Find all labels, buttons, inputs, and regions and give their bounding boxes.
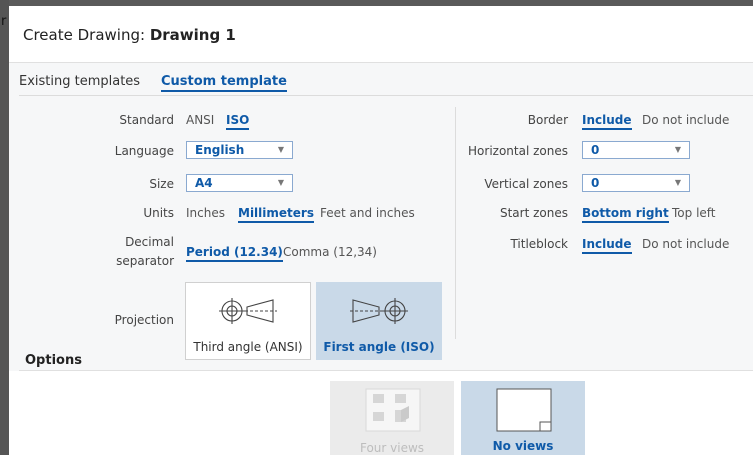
tab-custom-template[interactable]: Custom template bbox=[161, 74, 287, 92]
size-select[interactable]: A4 ▼ bbox=[186, 174, 293, 192]
four-views-label: Four views bbox=[359, 441, 425, 455]
start-zones-label: Start zones bbox=[499, 206, 568, 220]
size-label: Size bbox=[149, 177, 174, 191]
units-option-millimeters[interactable]: Millimeters bbox=[238, 206, 314, 223]
start-zones-option-bottom-right[interactable]: Bottom right bbox=[582, 206, 669, 223]
standard-option-ansi[interactable]: ANSI bbox=[186, 113, 214, 127]
horizontal-zones-value: 0 bbox=[591, 143, 600, 157]
no-views-card[interactable]: No views bbox=[461, 381, 585, 455]
vertical-zones-select[interactable]: 0 ▼ bbox=[582, 174, 690, 192]
units-label: Units bbox=[143, 206, 174, 220]
background-text: r bbox=[1, 14, 7, 29]
chevron-down-icon: ▼ bbox=[674, 178, 681, 187]
horizontal-zones-select[interactable]: 0 ▼ bbox=[582, 141, 690, 159]
horizontal-zones-label: Horizontal zones bbox=[468, 144, 568, 158]
dialog-title: Create Drawing: Drawing 1 bbox=[23, 26, 236, 44]
four-views-icon bbox=[365, 388, 421, 432]
tab-divider bbox=[19, 95, 753, 96]
options-heading: Options bbox=[25, 353, 82, 368]
projection-third-angle-card[interactable]: Third angle (ANSI) bbox=[185, 282, 311, 360]
dialog-title-prefix: Create Drawing: bbox=[23, 26, 146, 44]
decimal-option-comma[interactable]: Comma (12,34) bbox=[283, 245, 377, 259]
vertical-zones-value: 0 bbox=[591, 176, 600, 190]
four-views-card[interactable]: Four views bbox=[330, 381, 454, 455]
decimal-label-line2: separator bbox=[116, 254, 174, 268]
border-option-do-not-include[interactable]: Do not include bbox=[642, 113, 729, 127]
border-label: Border bbox=[527, 113, 568, 127]
drawing-name: Drawing 1 bbox=[149, 26, 236, 44]
units-option-feet-inches[interactable]: Feet and inches bbox=[320, 206, 415, 220]
titleblock-option-do-not-include[interactable]: Do not include bbox=[642, 237, 729, 251]
chevron-down-icon: ▼ bbox=[277, 178, 284, 187]
tab-existing-templates[interactable]: Existing templates bbox=[19, 74, 140, 89]
size-value: A4 bbox=[195, 176, 213, 190]
projection-third-angle-label: Third angle (ANSI) bbox=[193, 340, 303, 354]
options-area: Four views No views bbox=[9, 371, 753, 455]
dialog-header: Create Drawing: Drawing 1 bbox=[9, 6, 753, 63]
language-select[interactable]: English ▼ bbox=[186, 141, 293, 159]
projection-first-angle-label: First angle (ISO) bbox=[323, 340, 435, 354]
titleblock-label: Titleblock bbox=[510, 237, 568, 251]
language-label: Language bbox=[114, 144, 174, 158]
border-option-include[interactable]: Include bbox=[582, 113, 632, 130]
chevron-down-icon: ▼ bbox=[674, 145, 681, 154]
vertical-zones-label: Vertical zones bbox=[484, 177, 568, 191]
standard-label: Standard bbox=[119, 113, 174, 127]
dialog-body: Existing templates Custom template Stand… bbox=[9, 63, 753, 455]
first-angle-projection-icon bbox=[350, 298, 408, 324]
chevron-down-icon: ▼ bbox=[277, 145, 284, 154]
standard-option-iso[interactable]: ISO bbox=[226, 113, 250, 130]
no-views-icon bbox=[496, 388, 552, 432]
language-value: English bbox=[195, 143, 245, 157]
projection-first-angle-card[interactable]: First angle (ISO) bbox=[316, 282, 442, 360]
decimal-label-line1: Decimal bbox=[125, 235, 174, 249]
titleblock-option-include[interactable]: Include bbox=[582, 237, 632, 254]
create-drawing-dialog: Create Drawing: Drawing 1 Existing templ… bbox=[9, 6, 753, 455]
units-option-inches[interactable]: Inches bbox=[186, 206, 225, 220]
no-views-label: No views bbox=[492, 439, 554, 453]
projection-label: Projection bbox=[114, 313, 174, 327]
background-window: r bbox=[0, 0, 9, 455]
third-angle-projection-icon bbox=[219, 298, 277, 324]
decimal-option-period[interactable]: Period (12.34) bbox=[186, 245, 283, 262]
start-zones-option-top-left[interactable]: Top left bbox=[672, 206, 716, 220]
column-divider bbox=[455, 107, 456, 339]
